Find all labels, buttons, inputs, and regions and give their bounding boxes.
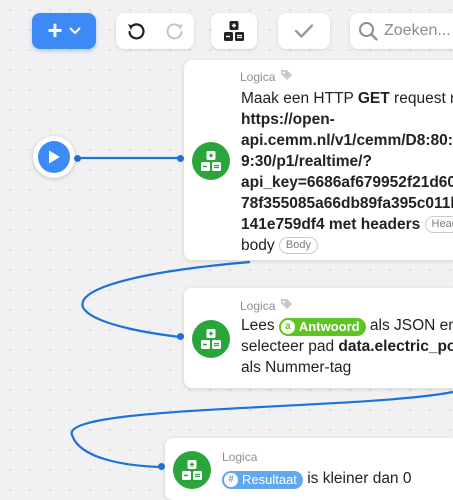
url-part: 78f355085a66db89fa395c011b — [241, 195, 453, 212]
card2-input-port[interactable] — [177, 333, 184, 340]
text: body — [241, 237, 279, 254]
text: is kleiner dan — [302, 470, 403, 487]
card2-type-label: Logica — [240, 298, 293, 313]
start-node-inner — [38, 141, 70, 173]
card-type-text: Logica — [240, 69, 276, 84]
token-antwoord[interactable]: a Antwoord — [278, 318, 366, 336]
text: als JSON en — [365, 317, 453, 334]
json-path: data.electric_pow — [338, 338, 453, 355]
body-pill[interactable]: Body — [278, 237, 318, 254]
card-type-text: Logica — [222, 450, 258, 464]
headers-pill[interactable]: Heade — [424, 216, 453, 233]
tag-icon[interactable] — [280, 298, 293, 313]
url-part: 141e759df4 met headers — [241, 216, 425, 233]
card-type-text: Logica — [240, 298, 276, 313]
text: Lees — [241, 317, 279, 334]
card1-type-label: Logica — [240, 69, 293, 84]
url-part: api.cemm.nl/v1/cemm/D8:80:3 — [241, 132, 453, 149]
text: request na — [394, 90, 453, 107]
number-type-icon: # — [224, 473, 238, 487]
card3-input-port[interactable] — [158, 463, 165, 470]
start-node[interactable] — [33, 136, 75, 178]
text-type-icon: a — [280, 320, 295, 334]
url-part: https://open- — [241, 111, 335, 128]
text: als Nummer-tag — [241, 359, 352, 376]
token-label: Antwoord — [298, 319, 360, 334]
card1-input-port[interactable] — [177, 155, 184, 162]
text: Maak een HTTP — [241, 90, 358, 107]
url-part: 9:30/p1/realtime/? — [241, 153, 372, 170]
token-label: Resultaat — [242, 472, 297, 487]
card3-text: # Resultaat is kleiner dan 0 — [222, 468, 412, 489]
card3-type-label: Logica — [222, 450, 257, 464]
logic-blocks-icon — [192, 320, 230, 358]
token-resultaat[interactable]: # Resultaat — [222, 471, 303, 489]
start-output-port[interactable] — [74, 155, 81, 162]
http-method: GET — [357, 90, 390, 107]
url-part: api_key=6686af679952f21d60f — [241, 174, 453, 191]
card1-text: Maak een HTTP GET request na https://ope… — [241, 88, 453, 256]
play-icon — [49, 150, 60, 164]
tag-icon[interactable] — [280, 69, 293, 84]
logic-blocks-icon — [173, 451, 211, 489]
card2-text: Lees a Antwoord als JSON en selecteer pad… — [241, 315, 453, 378]
compare-value: 0 — [402, 470, 412, 487]
text: selecteer pad — [241, 338, 339, 355]
logic-blocks-icon — [192, 142, 230, 180]
